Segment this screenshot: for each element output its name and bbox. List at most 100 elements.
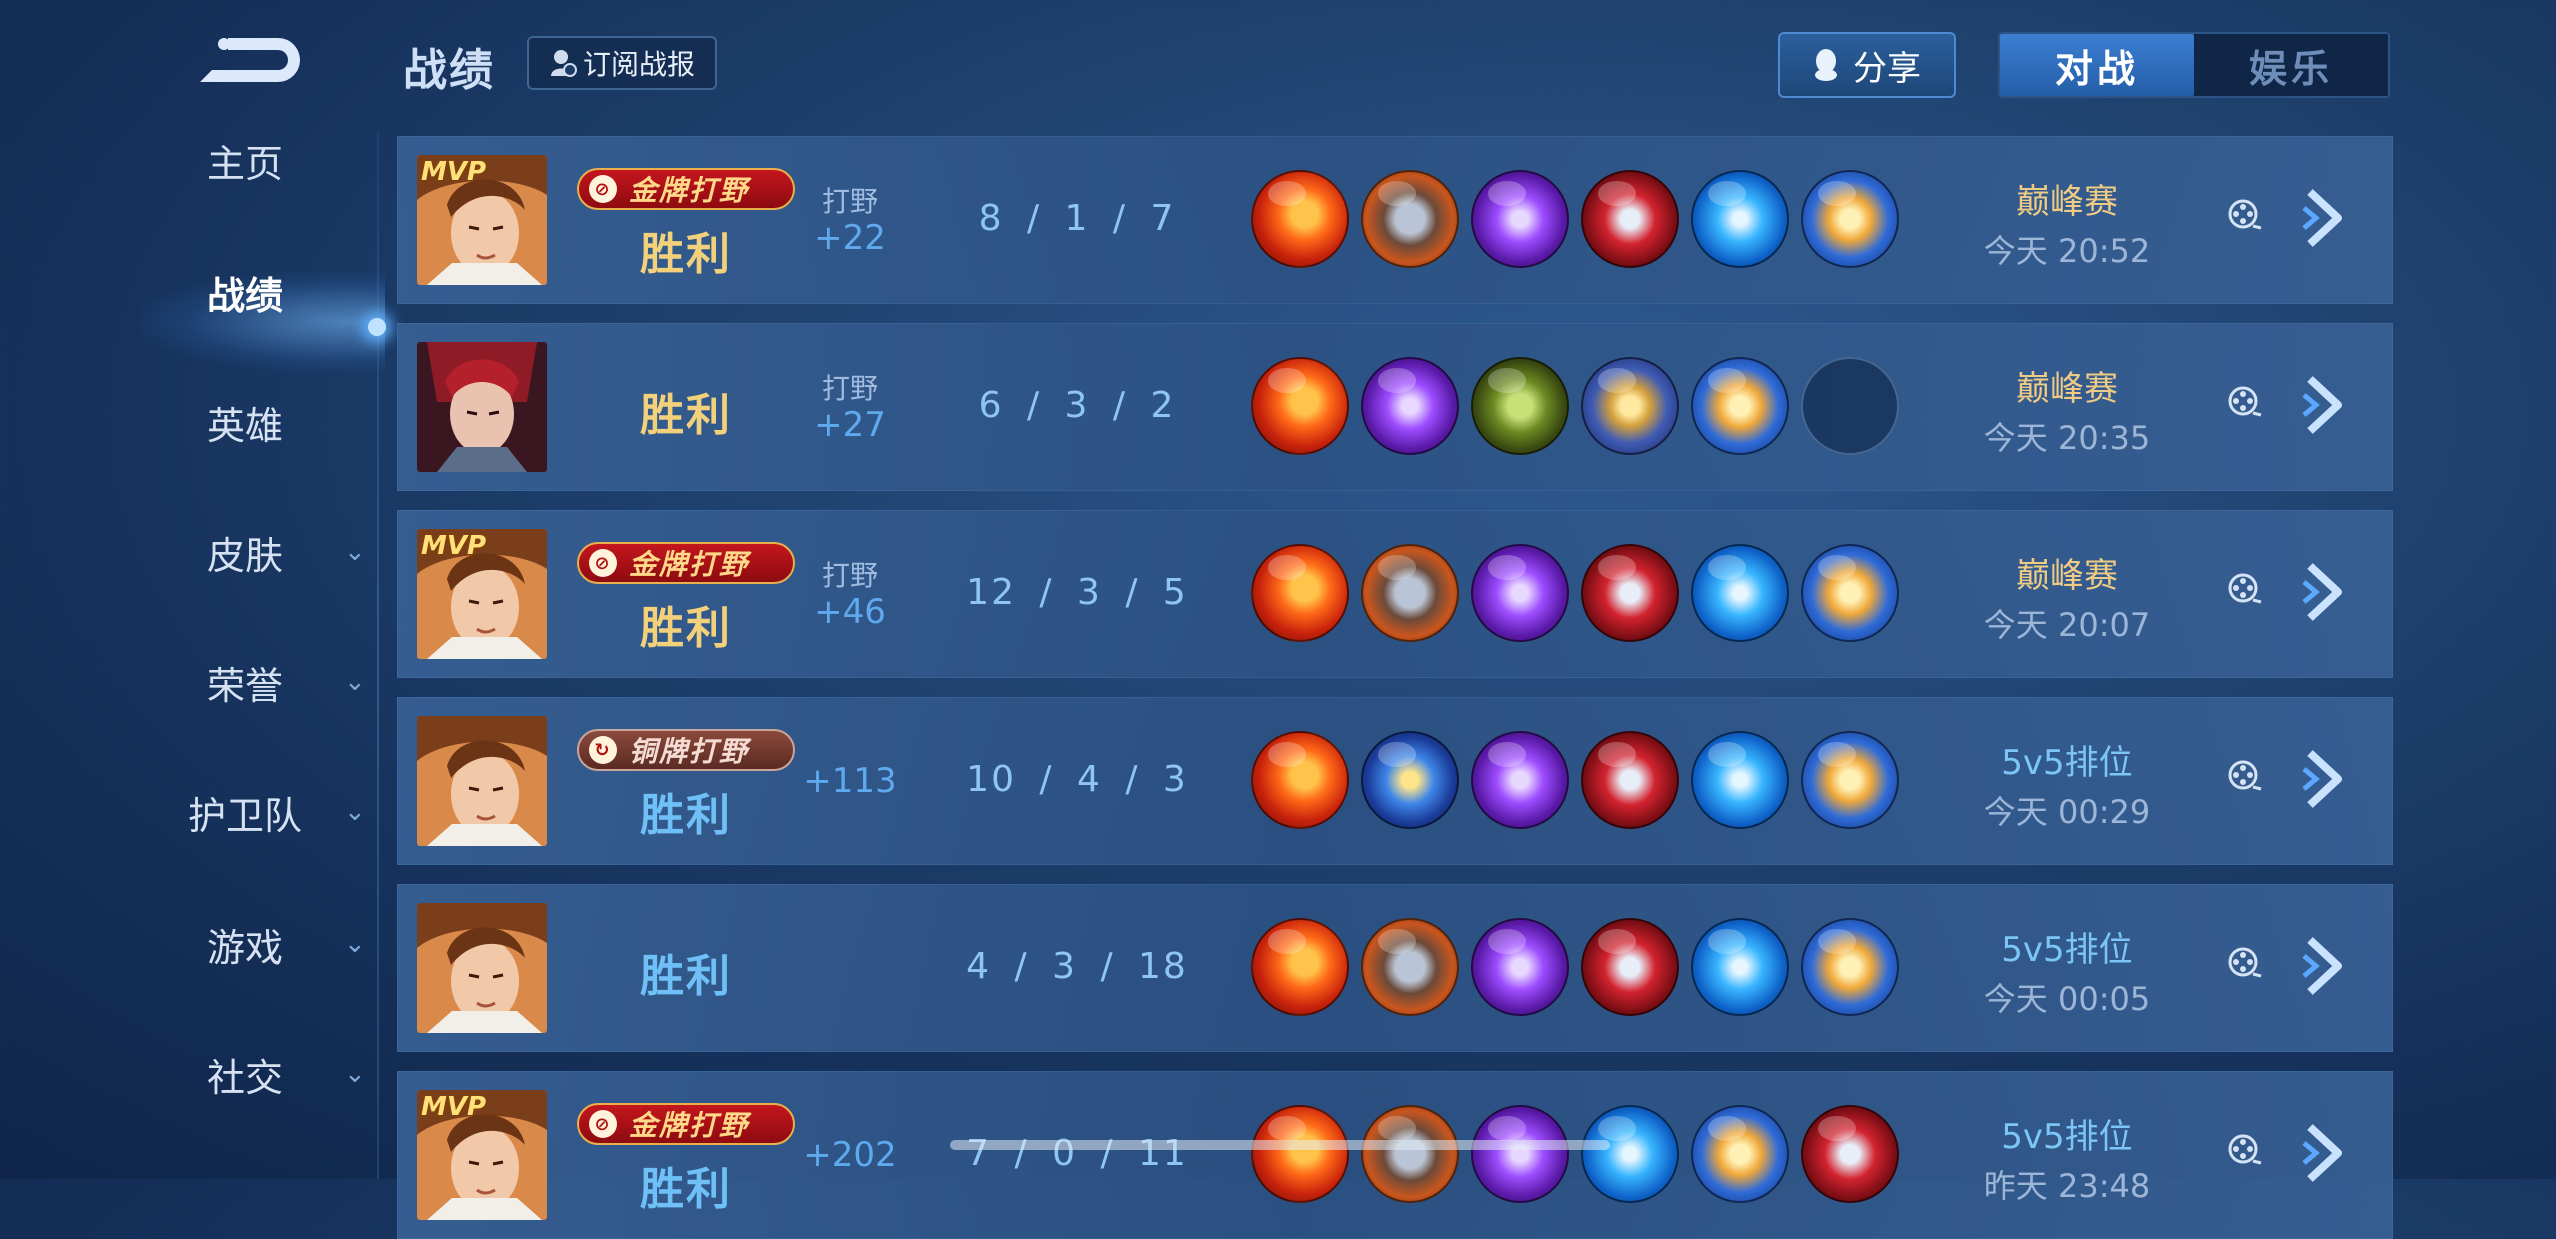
hero-avatar (417, 342, 547, 472)
replay-icon[interactable] (2227, 1133, 2263, 1169)
sidebar-item[interactable]: 英雄 (150, 387, 380, 457)
chevron-down-icon[interactable]: ⌄ (344, 797, 366, 827)
item-red-fist-icon (1251, 918, 1349, 1016)
hero-avatar: MVP (417, 155, 547, 285)
tab-battle[interactable]: 对战 (2000, 34, 2194, 96)
item-blue-sword-icon (1691, 170, 1789, 268)
qq-icon (1815, 49, 1837, 81)
item-build (1251, 544, 1899, 644)
item-purple-axe-icon (1471, 1105, 1569, 1203)
mvp-badge: MVP (421, 531, 487, 561)
rank-badge-label: 金牌打野 (629, 174, 750, 207)
sidebar-item[interactable]: 护卫队 ⌄ (150, 777, 380, 847)
mvp-badge: MVP (421, 1092, 487, 1122)
hero-avatar: MVP (417, 1090, 547, 1220)
chevron-right-icon[interactable] (2302, 934, 2348, 998)
item-purple-axe-icon (1471, 544, 1569, 642)
item-build (1251, 1105, 1899, 1205)
match-row[interactable]: 胜利 4 / 3 / 18 5v5排位 今天 00:05 (397, 884, 2393, 1052)
match-row[interactable]: 胜利 打野 +27 6 / 3 / 2 巅峰赛 今天 20:35 (397, 323, 2393, 491)
rank-badge: ⊘ 金牌打野 (577, 542, 795, 584)
replay-icon[interactable] (2227, 198, 2263, 234)
kda-stats: 8 / 1 / 7 (978, 198, 1176, 239)
match-row[interactable]: MVP ⊘ 金牌打野 胜利 +202 7 / 0 / 11 5v5排位 昨天 23:48 (397, 1071, 2393, 1239)
item-blue-sword-icon (1691, 731, 1789, 829)
subscribe-icon (550, 50, 577, 77)
lane-label: 打野 (821, 185, 878, 218)
item-build (1251, 357, 1899, 457)
chevron-down-icon[interactable]: ⌄ (344, 667, 366, 697)
share-button[interactable]: 分享 (1778, 32, 1956, 98)
item-red-blade-icon (1581, 918, 1679, 1016)
sidebar-item[interactable]: 战绩 (150, 257, 380, 327)
item-purple-axe-icon (1471, 731, 1569, 829)
item-build (1251, 918, 1899, 1018)
item-blue-sword-icon (1691, 918, 1789, 1016)
home-indicator[interactable] (950, 1140, 1610, 1150)
item-build (1251, 731, 1899, 831)
chevron-right-icon[interactable] (2302, 186, 2348, 250)
replay-icon[interactable] (2227, 385, 2263, 421)
tab-entertainment[interactable]: 娱乐 (2194, 34, 2388, 96)
sidebar-item[interactable]: 游戏 ⌄ (150, 909, 380, 979)
sidebar-item-label: 社交 (206, 1055, 283, 1100)
game-mode: 5v5排位 (2001, 930, 2133, 970)
item-build (1251, 170, 1899, 270)
lane-label: 打野 (821, 372, 878, 405)
replay-icon[interactable] (2227, 946, 2263, 982)
chevron-right-icon[interactable] (2302, 373, 2348, 437)
chevron-down-icon[interactable]: ⌄ (344, 1059, 366, 1089)
sidebar-item-label: 皮肤 (206, 533, 283, 578)
sidebar-item-label: 荣誉 (206, 663, 283, 708)
item-empty-icon (1801, 357, 1899, 455)
kda-stats: 12 / 3 / 5 (966, 572, 1188, 613)
rank-badge-label: 铜牌打野 (629, 735, 750, 768)
chevron-right-icon[interactable] (2302, 747, 2348, 811)
match-row[interactable]: MVP ⊘ 金牌打野 胜利 打野 +22 8 / 1 / 7 巅峰赛 今天 20:52 (397, 136, 2393, 304)
chevron-down-icon[interactable]: ⌄ (344, 537, 366, 567)
game-mode: 5v5排位 (2001, 1117, 2133, 1157)
match-result: 胜利 (640, 603, 732, 654)
item-boots-icon (1361, 544, 1459, 642)
score-change: +27 (814, 405, 886, 445)
match-time: 今天 20:07 (1983, 606, 2151, 644)
kda-stats: 6 / 3 / 2 (978, 385, 1176, 426)
item-blue-sword-icon (1581, 1105, 1679, 1203)
subscribe-label: 订阅战报 (582, 48, 695, 81)
hero-avatar (417, 716, 547, 846)
item-star-gear-icon (1581, 357, 1679, 455)
subscribe-report-button[interactable]: 订阅战报 (527, 36, 717, 90)
sidebar-item[interactable]: 皮肤 ⌄ (150, 517, 380, 587)
sidebar-item[interactable]: 主页 (150, 125, 380, 195)
game-mode: 5v5排位 (2001, 743, 2133, 783)
sidebar-item[interactable]: 荣誉 ⌄ (150, 647, 380, 717)
item-gold-claw-icon (1801, 170, 1899, 268)
chevron-right-icon[interactable] (2302, 560, 2348, 624)
sidebar-item[interactable]: 社交 ⌄ (150, 1039, 380, 1109)
item-purple-axe-icon (1361, 357, 1459, 455)
item-green-armor-icon (1471, 357, 1569, 455)
match-row[interactable]: ↻ 铜牌打野 胜利 +113 10 / 4 / 3 5v5排位 今天 00:29 (397, 697, 2393, 865)
replay-icon[interactable] (2227, 759, 2263, 795)
replay-icon[interactable] (2227, 572, 2263, 608)
game-mode: 巅峰赛 (2016, 369, 2118, 409)
item-purple-axe-icon (1471, 170, 1569, 268)
match-row[interactable]: MVP ⊘ 金牌打野 胜利 打野 +46 12 / 3 / 5 巅峰赛 今天 20:07 (397, 510, 2393, 678)
match-result: 胜利 (640, 390, 732, 441)
badge-emblem-icon: ⊘ (589, 175, 617, 203)
back-icon[interactable] (190, 30, 310, 90)
badge-emblem-icon: ⊘ (589, 549, 617, 577)
sidebar-item-label: 主页 (206, 141, 283, 186)
match-time: 今天 20:52 (1983, 232, 2151, 270)
chevron-down-icon[interactable]: ⌄ (344, 929, 366, 959)
item-red-blade-icon (1581, 170, 1679, 268)
match-result: 胜利 (640, 1164, 732, 1215)
mode-tabs: 对战 娱乐 (1998, 32, 2390, 98)
item-red-blade-icon (1581, 544, 1679, 642)
item-blue-armor-icon (1361, 731, 1459, 829)
item-boots-icon (1361, 1105, 1459, 1203)
item-red-blade-icon (1581, 731, 1679, 829)
chevron-right-icon[interactable] (2302, 1121, 2348, 1185)
badge-emblem-icon: ⊘ (589, 1110, 617, 1138)
match-result: 胜利 (640, 229, 732, 280)
